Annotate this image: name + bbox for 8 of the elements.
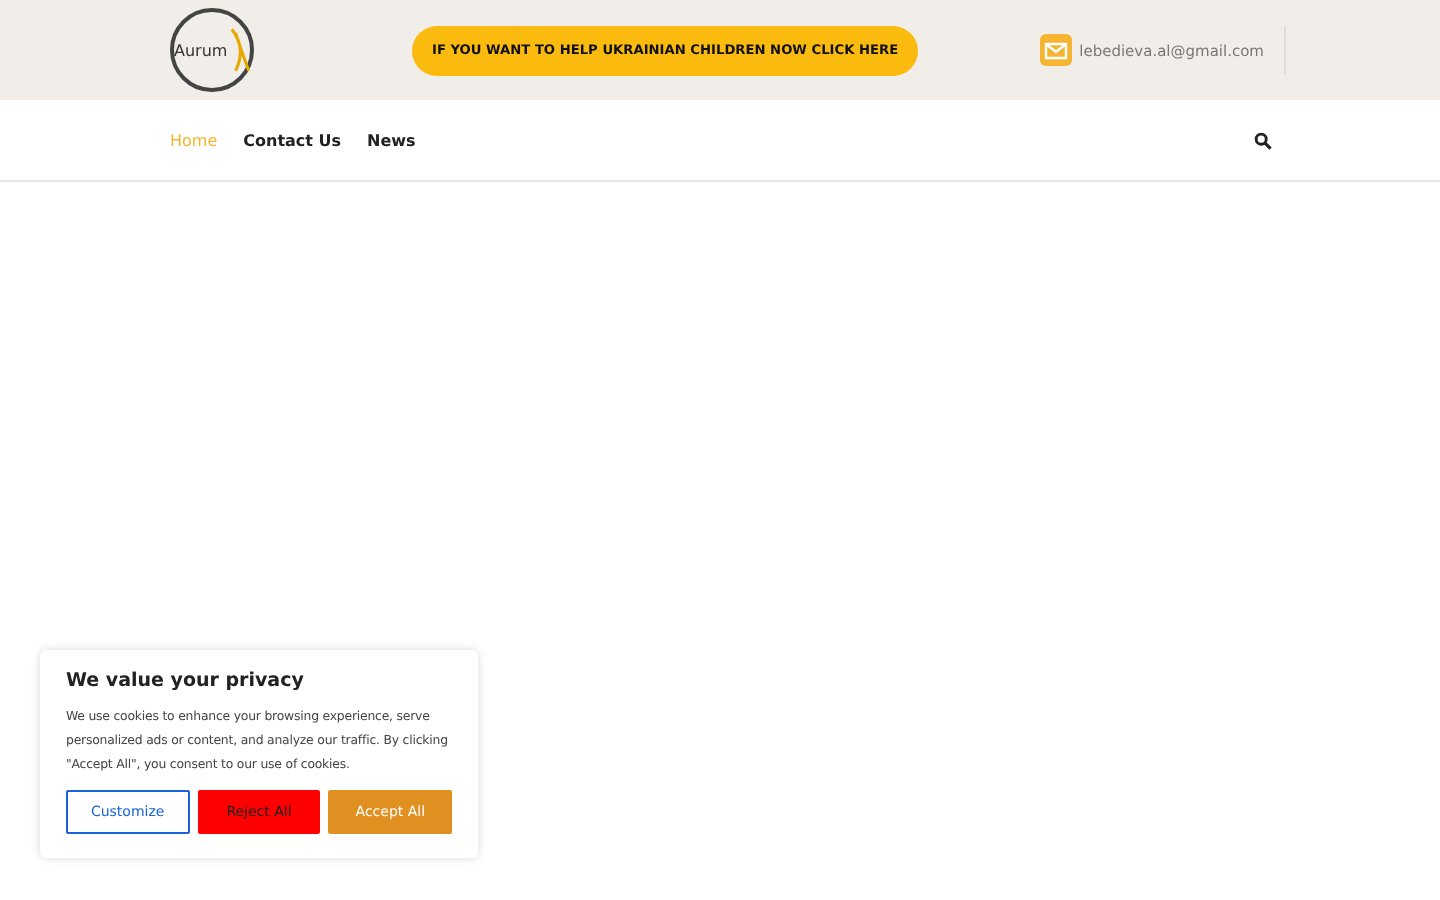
mail-icon bbox=[1039, 34, 1072, 66]
nav-link[interactable]: News bbox=[367, 131, 416, 149]
nav-link[interactable]: Contact Us bbox=[243, 131, 342, 149]
logo-text: Aurum bbox=[174, 41, 228, 59]
cookie-title: We value your privacy bbox=[66, 670, 306, 692]
logo[interactable]: Aurum bbox=[170, 8, 254, 92]
search-icon[interactable] bbox=[1254, 131, 1272, 149]
ribbon-icon bbox=[227, 24, 250, 76]
